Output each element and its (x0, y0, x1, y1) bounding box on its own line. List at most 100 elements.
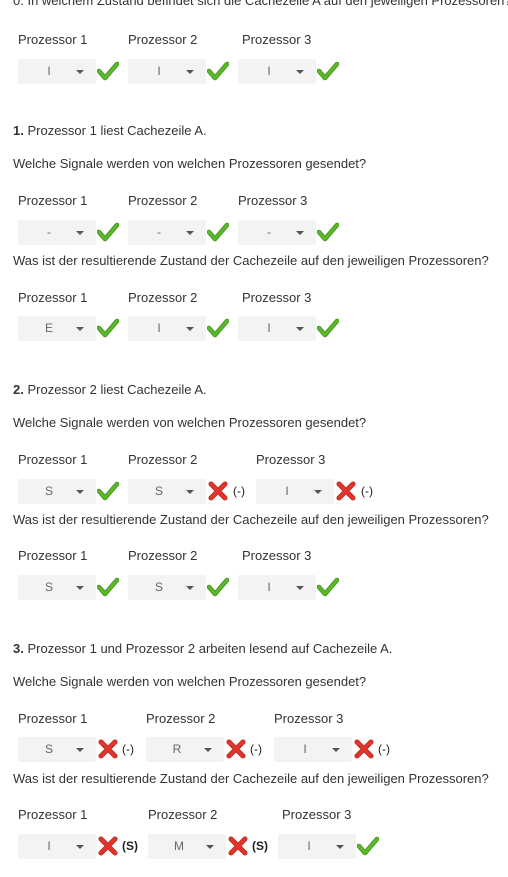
step3-state-select-p2[interactable]: M (148, 834, 226, 859)
select-value: S (44, 742, 53, 756)
select-value: - (267, 225, 271, 239)
chevron-down-icon (186, 327, 194, 331)
check-icon (206, 317, 230, 339)
label-p2: Prozessor 2 (128, 548, 198, 563)
step1-signal-select-p1[interactable]: - (18, 220, 96, 245)
check-icon (96, 576, 120, 598)
label-p1: Prozessor 1 (18, 452, 88, 467)
step-2-heading: 2. Prozessor 2 liest Cachezeile A. (13, 382, 207, 397)
select-value: I (267, 321, 271, 335)
check-icon (356, 835, 380, 857)
step-number: 1. (13, 123, 24, 138)
feedback-text: (-) (378, 742, 390, 756)
label-p3: Prozessor 3 (238, 193, 308, 208)
select-value: S (44, 484, 53, 498)
label-p2: Prozessor 2 (128, 193, 198, 208)
select-value: I (157, 64, 161, 78)
step3-state-select-p3[interactable]: I (278, 834, 356, 859)
check-icon (96, 221, 120, 243)
question-0-text: 0. In welchem Zustand befindet sich die … (13, 0, 508, 8)
label-p1: Prozessor 1 (18, 193, 88, 208)
step2-state-select-p3[interactable]: I (238, 575, 316, 600)
signals-question: Welche Signale werden von welchen Prozes… (13, 415, 367, 430)
select-value: I (303, 742, 307, 756)
chevron-down-icon (186, 231, 194, 235)
chevron-down-icon (186, 70, 194, 74)
top-select-p3[interactable]: I (238, 59, 316, 84)
step2-signal-select-p1[interactable]: S (18, 479, 96, 504)
top-label-p1: Prozessor 1 (18, 32, 88, 47)
step1-signal-select-p3[interactable]: - (238, 220, 316, 245)
select-value: I (47, 839, 51, 853)
feedback-text: (S) (252, 839, 268, 853)
label-p1: Prozessor 1 (18, 711, 88, 726)
label-p3: Prozessor 3 (282, 807, 352, 822)
step2-state-select-p1[interactable]: S (18, 575, 96, 600)
chevron-down-icon (314, 490, 322, 494)
chevron-down-icon (186, 490, 194, 494)
select-value: S (154, 580, 163, 594)
chevron-down-icon (296, 231, 304, 235)
select-value: E (44, 321, 53, 335)
chevron-down-icon (76, 586, 84, 590)
step-3-heading: 3. Prozessor 1 und Prozessor 2 arbeiten … (13, 641, 392, 656)
cross-icon (336, 481, 358, 503)
select-value: - (47, 225, 51, 239)
label-p2: Prozessor 2 (148, 807, 218, 822)
signals-question: Welche Signale werden von welchen Prozes… (13, 674, 367, 689)
state-question: Was ist der resultierende Zustand der Ca… (13, 253, 489, 268)
cross-icon (98, 836, 120, 858)
select-value: R (172, 742, 182, 756)
chevron-down-icon (76, 327, 84, 331)
select-value: S (154, 484, 163, 498)
step2-state-select-p2[interactable]: S (128, 575, 206, 600)
step1-state-select-p2[interactable]: I (128, 316, 206, 341)
step1-state-select-p3[interactable]: I (238, 316, 316, 341)
step1-state-select-p1[interactable]: E (18, 316, 96, 341)
label-p1: Prozessor 1 (18, 807, 88, 822)
chevron-down-icon (296, 586, 304, 590)
top-select-p1[interactable]: I (18, 59, 96, 84)
chevron-down-icon (76, 490, 84, 494)
chevron-down-icon (76, 231, 84, 235)
select-value: - (157, 225, 161, 239)
step2-signal-select-p2[interactable]: S (128, 479, 206, 504)
step-title: Prozessor 2 liest Cachezeile A. (27, 382, 207, 397)
chevron-down-icon (186, 586, 194, 590)
label-p1: Prozessor 1 (18, 548, 88, 563)
step3-signal-select-p2[interactable]: R (146, 737, 224, 762)
check-icon (96, 60, 120, 82)
signals-question: Welche Signale werden von welchen Prozes… (13, 156, 367, 171)
label-p2: Prozessor 2 (146, 711, 216, 726)
step3-signal-select-p1[interactable]: S (18, 737, 96, 762)
feedback-text: (-) (122, 742, 134, 756)
feedback-text: (S) (122, 839, 138, 853)
cross-icon (228, 836, 250, 858)
label-p3: Prozessor 3 (256, 452, 326, 467)
step-number: 2. (13, 382, 24, 397)
state-question: Was ist der resultierende Zustand der Ca… (13, 771, 489, 786)
check-icon (316, 317, 340, 339)
select-value: M (174, 839, 184, 853)
check-icon (206, 221, 230, 243)
select-value: I (267, 64, 271, 78)
top-select-p2[interactable]: I (128, 59, 206, 84)
step-1-heading: 1. Prozessor 1 liest Cachezeile A. (13, 123, 207, 138)
check-icon (316, 221, 340, 243)
step3-state-select-p1[interactable]: I (18, 834, 96, 859)
label-p2: Prozessor 2 (128, 452, 198, 467)
check-icon (206, 576, 230, 598)
feedback-text: (-) (250, 742, 262, 756)
label-p3: Prozessor 3 (242, 290, 312, 305)
step2-signal-select-p3[interactable]: I (256, 479, 334, 504)
check-icon (316, 60, 340, 82)
cross-icon (98, 739, 120, 761)
feedback-text: (-) (233, 484, 245, 498)
check-icon (316, 576, 340, 598)
select-value: I (285, 484, 289, 498)
step1-signal-select-p2[interactable]: - (128, 220, 206, 245)
select-value: I (307, 839, 311, 853)
step3-signal-select-p3[interactable]: I (274, 737, 352, 762)
cross-icon (354, 739, 376, 761)
chevron-down-icon (76, 748, 84, 752)
